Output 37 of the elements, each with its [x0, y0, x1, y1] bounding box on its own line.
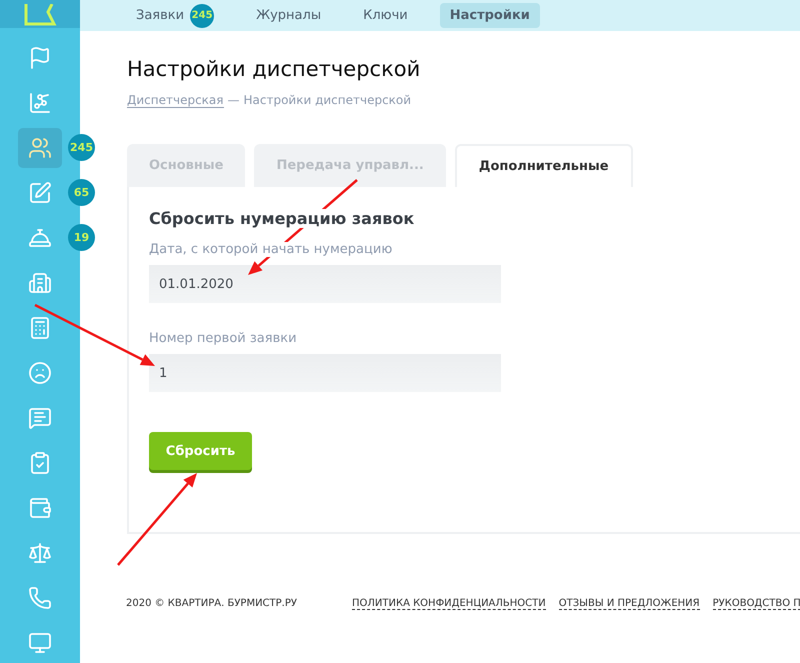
logo-icon	[22, 4, 58, 28]
tab[interactable]: Дополнительные	[454, 144, 633, 187]
edit-icon	[28, 181, 52, 205]
calculator-icon	[28, 316, 52, 340]
input-field[interactable]: 01.01.2020	[149, 265, 501, 303]
breadcrumb-separator: —	[228, 93, 240, 108]
count-badge: 19	[68, 224, 95, 251]
users-icon	[28, 136, 52, 160]
input-field[interactable]: 1	[149, 354, 501, 392]
count-badge: 65	[68, 179, 95, 206]
field-label: Дата, с которой начать нумерацию	[149, 242, 392, 257]
scales-icon	[28, 541, 52, 565]
count-badge: 245	[190, 4, 214, 28]
footer-link[interactable]: ОТЗЫВЫ И ПРЕДЛОЖЕНИЯ	[558, 598, 700, 610]
field-label: Номер первой заявки	[149, 331, 297, 346]
monitor-icon	[28, 631, 52, 655]
flag-icon	[28, 46, 52, 70]
copyright-text: 2020 © КВАРТИРА. БУРМИСТР.РУ	[126, 598, 297, 610]
chart-icon	[28, 91, 52, 115]
nav-tab[interactable]: Заявки 245	[126, 0, 224, 32]
phone-icon	[28, 586, 52, 610]
wallet-icon	[28, 496, 52, 520]
building-icon	[28, 271, 52, 295]
count-badge: 245	[68, 134, 95, 161]
footer-link[interactable]: РУКОВОДСТВО П	[712, 598, 800, 610]
sad-face-icon	[28, 361, 52, 385]
breadcrumb-link[interactable]: Диспетчерская	[127, 93, 224, 108]
nav-tab[interactable]: Настройки	[440, 3, 540, 28]
chat-icon	[28, 406, 52, 430]
nav-tab[interactable]: Ключи	[353, 3, 418, 28]
breadcrumb-current: Настройки диспетчерской	[244, 93, 412, 108]
bell-icon	[28, 226, 52, 250]
section-title: Сбросить нумерацию заявок	[149, 209, 414, 228]
page-title: Настройки диспетчерской	[127, 57, 422, 81]
footer-link[interactable]: ПОЛИТИКА КОНФИДЕНЦИАЛЬНОСТИ	[352, 598, 546, 610]
nav-tab[interactable]: Журналы	[246, 3, 332, 28]
clipboard-icon	[28, 451, 52, 475]
